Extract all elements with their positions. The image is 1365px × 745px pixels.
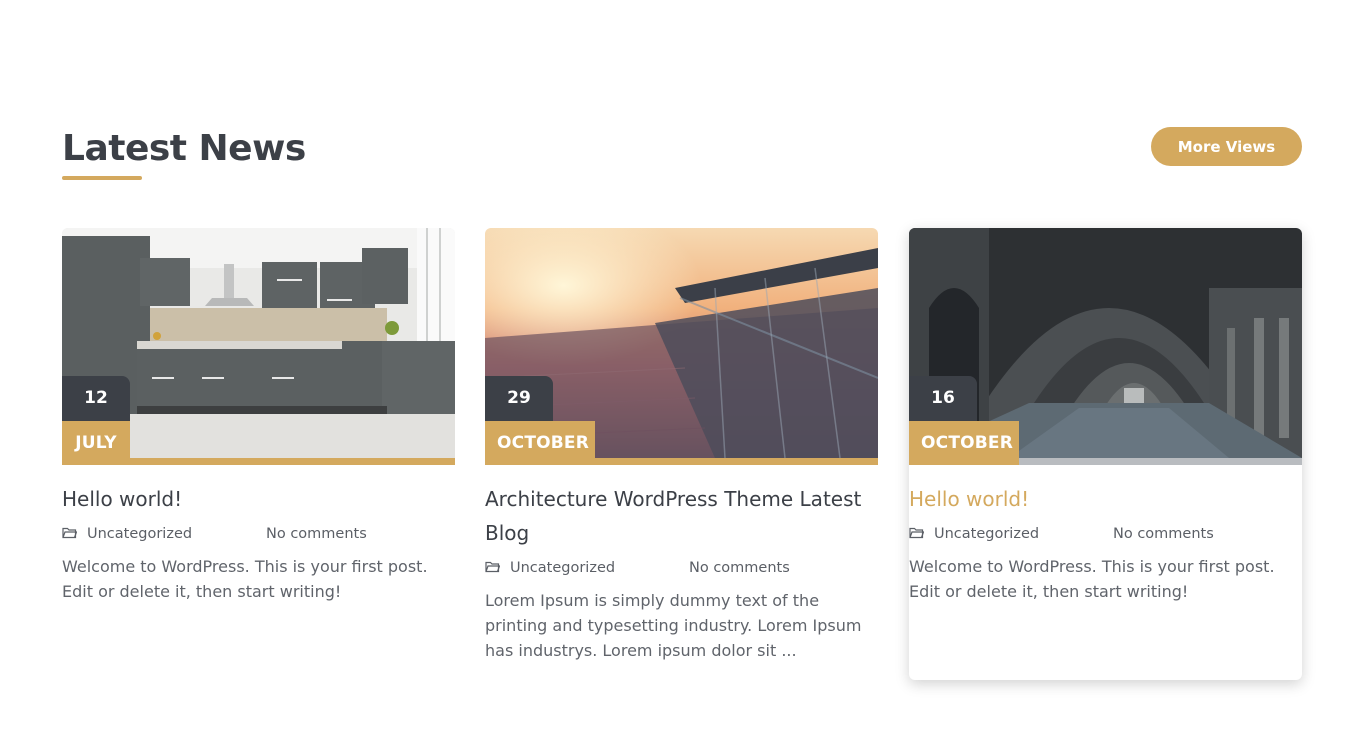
post-comments-link[interactable]: No comments [1113, 524, 1214, 544]
date-day: 12 [62, 376, 130, 421]
post-title[interactable]: Hello world! [62, 482, 455, 516]
heading-underline [62, 176, 142, 180]
post-comments-link[interactable]: No comments [689, 558, 790, 578]
date-month: OCTOBER [485, 421, 595, 465]
date-day: 29 [485, 376, 553, 421]
section-heading: Latest News [62, 128, 306, 169]
post-excerpt: Lorem Ipsum is simply dummy text of the … [485, 591, 862, 660]
post-title[interactable]: Hello world! [909, 482, 1302, 516]
more-views-button[interactable]: More Views [1151, 127, 1302, 166]
post-meta: Uncategorized No comments [485, 558, 878, 578]
post-excerpt: Welcome to WordPress. This is your first… [909, 557, 1275, 601]
latest-news-section: Latest News More Views 12 JULY Hello wor… [62, 0, 1302, 745]
date-month: JULY [62, 421, 130, 465]
post-category-link[interactable]: Uncategorized [934, 524, 1039, 544]
date-month: OCTOBER [909, 421, 1019, 465]
post-comments-link[interactable]: No comments [266, 524, 367, 544]
date-day: 16 [909, 376, 977, 421]
post-meta: Uncategorized No comments [909, 524, 1302, 544]
news-card: 16 OCTOBER Hello world! Uncategorized No… [909, 228, 1302, 680]
folder-icon [909, 527, 924, 539]
folder-icon [62, 527, 77, 539]
post-meta: Uncategorized No comments [62, 524, 455, 544]
post-category-link[interactable]: Uncategorized [510, 558, 615, 578]
post-category-link[interactable]: Uncategorized [87, 524, 192, 544]
news-card: 29 OCTOBER Architecture WordPress Theme … [485, 228, 878, 680]
news-card: 12 JULY Hello world! Uncategorized No co… [62, 228, 455, 680]
folder-icon [485, 561, 500, 573]
post-title[interactable]: Architecture WordPress Theme Latest Blog [485, 482, 878, 550]
post-excerpt: Welcome to WordPress. This is your first… [62, 557, 428, 601]
